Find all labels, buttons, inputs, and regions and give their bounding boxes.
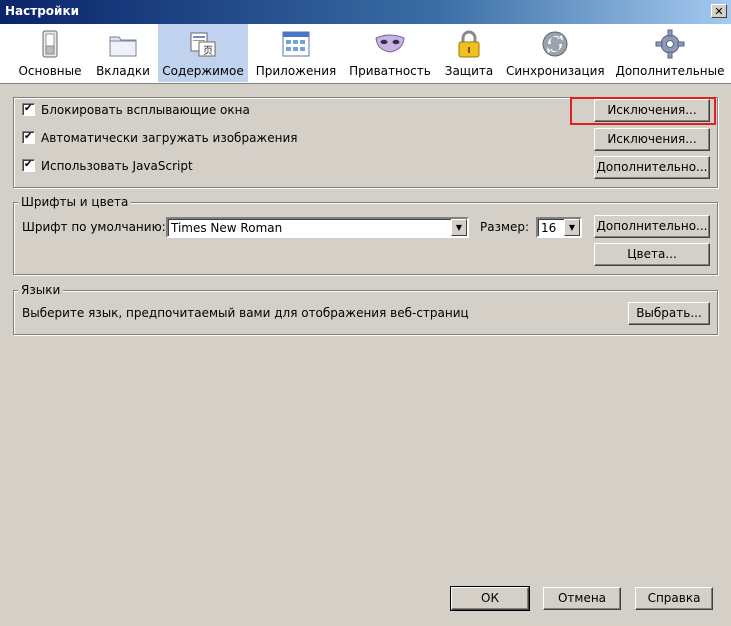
lock-icon (458, 30, 480, 58)
mask-icon (375, 34, 405, 53)
default-font-value: Times New Roman (171, 221, 283, 235)
checkbox-checked[interactable] (22, 157, 35, 172)
tab-tabs[interactable]: Вкладки (92, 24, 154, 82)
languages-description: Выберите язык, предпочитаемый вами для о… (22, 306, 469, 320)
tab-label: Вкладки (96, 64, 150, 78)
fonts-advanced-button[interactable]: Дополнительно... (594, 215, 710, 238)
sync-icon (542, 31, 568, 57)
tab-advanced[interactable]: Дополнительные (614, 24, 726, 82)
tab-label: Основные (18, 64, 82, 78)
help-button[interactable]: Справка (635, 587, 713, 610)
chevron-down-icon[interactable]: ▼ (564, 219, 580, 236)
fonts-colors-title: Шрифты и цвета (18, 195, 132, 209)
tab-general[interactable]: Основные (14, 24, 86, 82)
applications-icon (282, 31, 310, 57)
block-popups-checkbox[interactable]: Блокировать всплывающие окна (22, 101, 250, 119)
checkbox-checked[interactable] (22, 129, 35, 144)
folder-tabs-icon (109, 36, 137, 57)
choose-language-button[interactable]: Выбрать... (628, 302, 710, 325)
enable-js-label: Использовать JavaScript (41, 159, 193, 173)
advanced-js-button[interactable]: Дополнительно... (594, 156, 710, 179)
tab-label: Защита (444, 64, 494, 78)
tab-privacy[interactable]: Приватность (346, 24, 434, 82)
enable-js-checkbox[interactable]: Использовать JavaScript (22, 157, 193, 175)
popup-exceptions-button[interactable]: Исключения... (594, 99, 710, 122)
chevron-down-icon[interactable]: ▼ (451, 219, 467, 236)
preferences-toolbar: Основные Вкладки 页 Содержимое Приложения (0, 24, 731, 84)
tab-sync[interactable]: Синхронизация (506, 24, 605, 82)
tab-security[interactable]: Защита (440, 24, 498, 82)
font-size-select[interactable]: 16 ▼ (536, 217, 582, 238)
switch-icon (42, 30, 58, 58)
tab-label: Приложения (255, 64, 337, 78)
gear-icon (655, 29, 685, 59)
checkbox-checked[interactable] (22, 101, 35, 116)
default-font-label: Шрифт по умолчанию: (22, 220, 166, 234)
colors-button[interactable]: Цвета... (594, 243, 710, 266)
cancel-button[interactable]: Отмена (543, 587, 621, 610)
default-font-select[interactable]: Times New Roman ▼ (166, 217, 469, 238)
tab-label: Дополнительные (615, 64, 725, 78)
size-label: Размер: (480, 220, 530, 234)
font-size-value: 16 (541, 221, 557, 235)
window-title: Настройки (5, 4, 80, 18)
content-icon: 页 (190, 32, 216, 57)
tab-applications[interactable]: Приложения (254, 24, 338, 82)
ok-button[interactable]: ОК (450, 586, 530, 611)
title-bar: Настройки ✕ (0, 0, 731, 24)
tab-label: Приватность (349, 64, 431, 78)
tab-label: Содержимое (162, 64, 244, 78)
load-images-label: Автоматически загружать изображения (41, 131, 298, 145)
image-exceptions-button[interactable]: Исключения... (594, 128, 710, 151)
languages-title: Языки (18, 283, 64, 297)
tab-content[interactable]: 页 Содержимое (158, 24, 248, 82)
close-button[interactable]: ✕ (711, 4, 727, 18)
load-images-checkbox[interactable]: Автоматически загружать изображения (22, 129, 298, 147)
tab-label: Синхронизация (506, 64, 605, 78)
block-popups-label: Блокировать всплывающие окна (41, 103, 250, 117)
svg-text:页: 页 (203, 45, 213, 57)
